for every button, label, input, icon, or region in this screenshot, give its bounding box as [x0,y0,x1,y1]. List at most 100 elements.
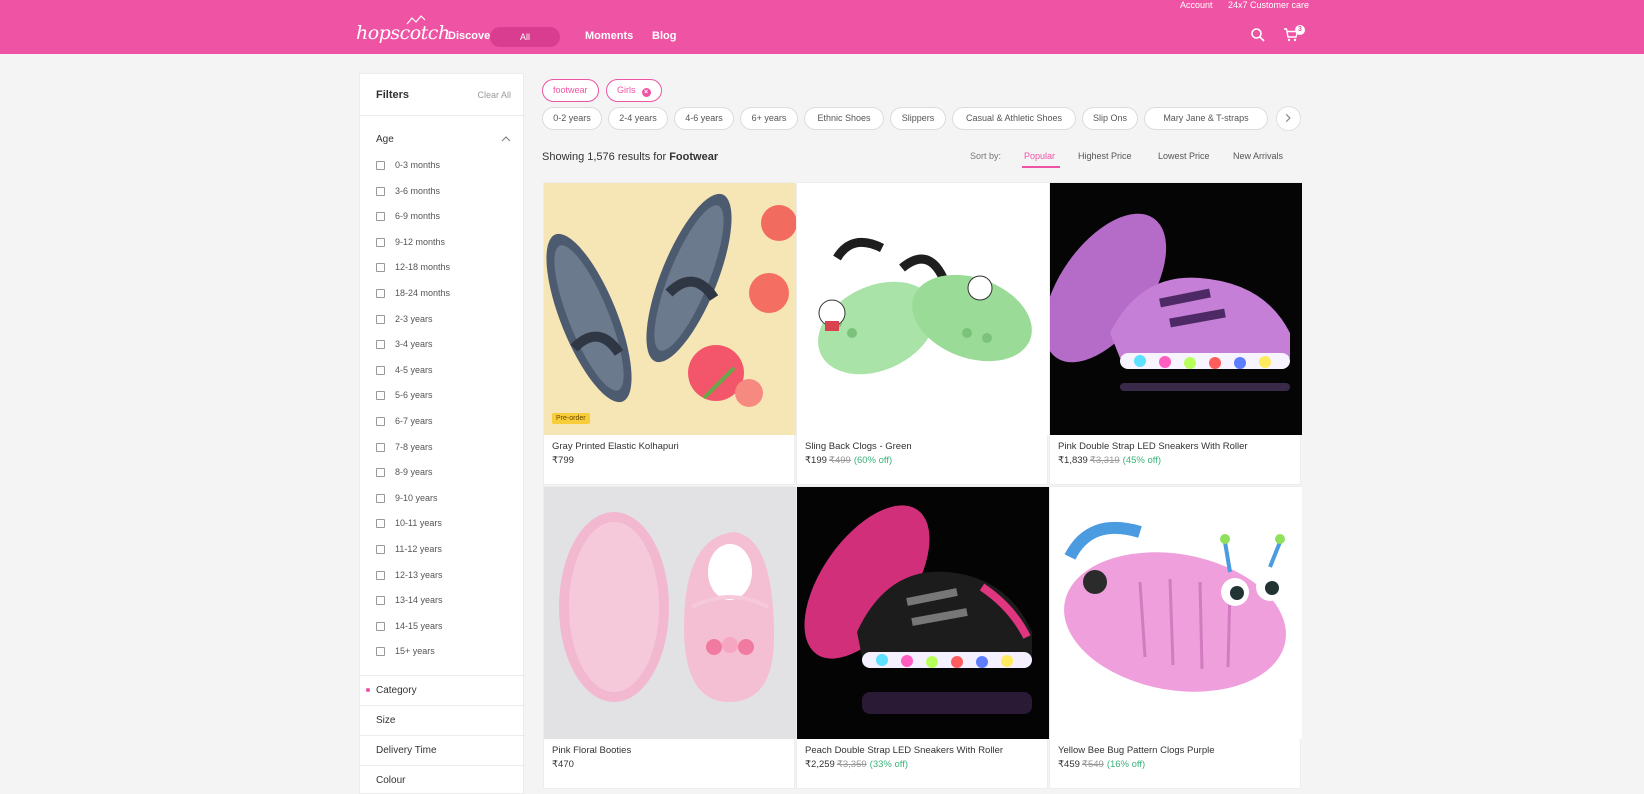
chip-casual-athletic-shoes[interactable]: Casual & Athletic Shoes [952,107,1076,130]
chip-ethnic-shoes[interactable]: Ethnic Shoes [804,107,884,130]
age-checkbox[interactable] [376,288,385,298]
chip-slippers[interactable]: Slippers [890,107,946,130]
selected-chip-girls[interactable]: Girls × [606,79,662,102]
age-option[interactable]: 13-14 years [376,595,516,621]
sort-highest-price[interactable]: Highest Price [1078,151,1132,161]
age-option-label: 3-4 years [395,339,433,350]
age-checkbox[interactable] [376,570,385,580]
product-card[interactable]: Sling Back Clogs - Green ₹199 ₹499 (60% of… [796,182,1049,485]
age-checkbox[interactable] [376,263,385,273]
age-checkbox[interactable] [376,647,385,657]
customer-care-link[interactable]: 24x7 Customer care [1228,0,1309,10]
age-option[interactable]: 9-12 months [376,237,516,263]
age-checkbox[interactable] [376,365,385,375]
product-name[interactable]: Sling Back Clogs - Green [805,441,912,452]
hopscotch-logo[interactable]: hopscotch [356,15,450,44]
age-checkbox[interactable] [376,237,385,247]
age-option-label: 0-3 months [395,160,441,170]
clear-all-button[interactable]: Clear All [477,90,511,100]
age-option[interactable]: 18-24 months [376,288,516,314]
age-option[interactable]: 4-5 years [376,365,516,391]
age-checkbox[interactable] [376,596,385,606]
product-name[interactable]: Pink Floral Booties [552,745,631,756]
filter-section-delivery-time[interactable]: Delivery Time [360,735,525,765]
product-name[interactable]: Gray Printed Elastic Kolhapuri [552,441,679,452]
chip-2-4-years[interactable]: 2-4 years [608,107,668,130]
age-option[interactable]: 5-6 years [376,390,516,416]
age-option[interactable]: 14-15 years [376,621,516,647]
product-name[interactable]: Yellow Bee Bug Pattern Clogs Purple [1058,745,1215,756]
age-checkbox[interactable] [376,314,385,324]
age-option[interactable]: 3-4 years [376,339,516,365]
product-image[interactable] [797,487,1049,739]
age-option[interactable]: 12-18 months [376,262,516,288]
age-option[interactable]: 15+ years [376,646,516,672]
chevron-up-icon[interactable] [501,135,511,143]
age-option[interactable]: 12-13 years [376,570,516,596]
age-checkbox[interactable] [376,468,385,478]
product-image[interactable]: Pre-order [544,183,796,435]
chip-mary-jane-t-straps[interactable]: Mary Jane & T-straps [1144,107,1268,130]
nav-blog[interactable]: Blog [652,30,676,42]
age-checkbox[interactable] [376,212,385,222]
product-image[interactable] [797,183,1049,435]
age-checkbox[interactable] [376,416,385,426]
product-card[interactable]: Peach Double Strap LED Sneakers With Rol… [796,486,1049,789]
product-image[interactable] [1050,183,1302,435]
results-prefix: Showing 1,576 results for [542,151,667,163]
age-option[interactable]: 2-3 years [376,314,516,340]
nav-discover[interactable]: Discover [448,30,494,42]
product-name[interactable]: Peach Double Strap LED Sneakers With Rol… [805,745,1003,756]
search-icon[interactable] [1250,27,1266,43]
age-checkbox[interactable] [376,391,385,401]
selected-chip-footwear[interactable]: footwear [542,79,599,102]
age-option[interactable]: 6-9 months [376,211,516,237]
age-checkbox[interactable] [376,621,385,631]
logo-swoosh-icon [406,15,426,25]
filter-section-colour[interactable]: Colour [360,765,525,794]
filter-section-category[interactable]: Category [360,675,525,705]
age-option[interactable]: 10-11 years [376,518,516,544]
product-card[interactable]: Pink Floral Booties ₹470 [543,486,796,789]
product-name[interactable]: Pink Double Strap LED Sneakers With Roll… [1058,441,1248,452]
product-card[interactable]: Yellow Bee Bug Pattern Clogs Purple ₹459… [1049,486,1302,789]
filters-header: Filters Clear All [360,74,525,116]
age-filter-label[interactable]: Age [376,134,394,145]
product-image[interactable] [1050,487,1302,739]
age-checkbox[interactable] [376,519,385,529]
account-link[interactable]: Account [1180,0,1213,10]
age-option[interactable]: 9-10 years [376,493,516,519]
product-price-row: ₹459 ₹549 (16% off) [1058,759,1145,770]
nav-all-pill[interactable]: All [490,27,560,47]
nav-moments[interactable]: Moments [585,30,633,42]
age-option[interactable]: 11-12 years [376,544,516,570]
age-option[interactable]: 7-8 years [376,442,516,468]
product-card[interactable]: Pre-order Gray Printed Elastic Kolhapuri… [543,182,796,485]
product-price: ₹199 [805,455,827,466]
close-icon[interactable]: × [641,88,651,97]
filter-section-size[interactable]: Size [360,705,525,735]
age-option-label: 3-6 months [395,185,441,196]
age-checkbox[interactable] [376,442,385,452]
product-price: ₹2,259 [805,759,835,770]
product-card[interactable]: Pink Double Strap LED Sneakers With Roll… [1049,182,1302,485]
age-option[interactable]: 0-3 months [376,160,516,186]
age-checkbox[interactable] [376,544,385,554]
chip-6-plus-years[interactable]: 6+ years [740,107,798,130]
chip-4-6-years[interactable]: 4-6 years [674,107,734,130]
product-price: ₹470 [552,759,574,770]
sort-lowest-price[interactable]: Lowest Price [1158,151,1210,161]
sort-popular[interactable]: Popular [1024,151,1055,161]
age-option[interactable]: 3-6 months [376,186,516,212]
chip-0-2-years[interactable]: 0-2 years [542,107,602,130]
chip-slip-ons[interactable]: Slip Ons [1082,107,1138,130]
sort-new-arrivals[interactable]: New Arrivals [1233,151,1283,161]
age-option[interactable]: 6-7 years [376,416,516,442]
age-checkbox[interactable] [376,340,385,350]
product-image[interactable] [544,487,796,739]
chips-scroll-right-button[interactable] [1276,106,1301,131]
age-option[interactable]: 8-9 years [376,467,516,493]
age-checkbox[interactable] [376,493,385,503]
age-checkbox[interactable] [376,161,385,170]
age-checkbox[interactable] [376,186,385,196]
